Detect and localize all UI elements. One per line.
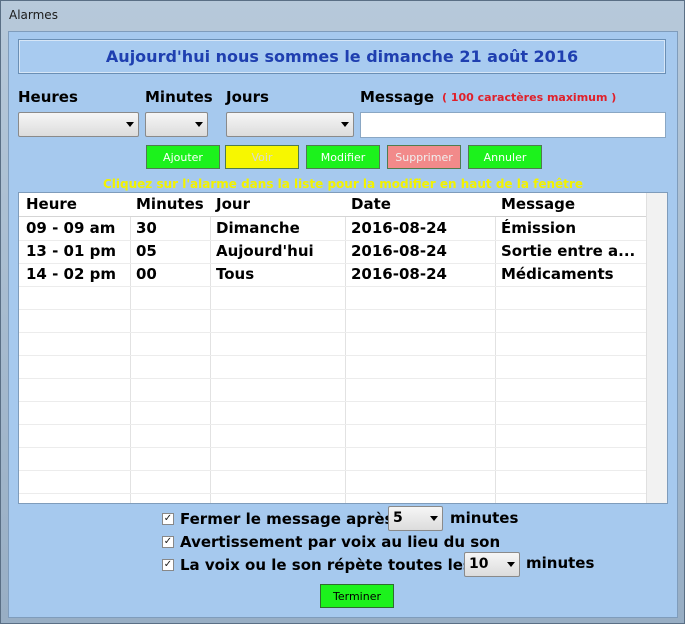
char-limit-hint: ( 100 caractères maximum ) [442,91,617,104]
repeat-dropdown[interactable]: 10 [464,552,520,577]
cell-heure: 14 - 02 pm [26,265,117,283]
repeat-checkbox[interactable]: ✓ [162,559,174,571]
table-row-empty [19,378,647,402]
cell-message: Sortie entre a... [501,242,636,260]
jours-dropdown[interactable] [226,112,354,137]
cell-jour: Tous [216,265,255,283]
chevron-down-icon [341,122,349,127]
column-header-jour[interactable]: Jour [216,195,250,213]
table-row[interactable]: 13 - 01 pm 05 Aujourd'hui 2016-08-24 Sor… [19,240,647,264]
chevron-down-icon [195,122,203,127]
voice-checkbox[interactable]: ✓ [162,536,174,548]
repeat-value: 10 [469,556,489,572]
table-row-empty [19,355,647,379]
cell-minutes: 00 [136,265,157,283]
heures-label: Heures [18,88,78,106]
chevron-down-icon [126,122,134,127]
terminer-button[interactable]: Terminer [320,584,394,608]
cell-message: Médicaments [501,265,614,283]
close-after-dropdown[interactable]: 5 [388,506,443,531]
voir-button[interactable]: Voir [225,145,299,169]
close-after-value: 5 [393,510,403,526]
jours-label: Jours [226,88,269,106]
alarms-panel: Aujourd'hui nous sommes le dimanche 21 a… [8,31,678,618]
heures-dropdown[interactable] [18,112,139,137]
column-header-heure[interactable]: Heure [26,195,77,213]
column-header-date[interactable]: Date [351,195,391,213]
table-row[interactable]: 09 - 09 am 30 Dimanche 2016-08-24 Émissi… [19,217,647,241]
minutes-dropdown[interactable] [145,112,208,137]
supprimer-button[interactable]: Supprimer [387,145,461,169]
alarms-table[interactable]: Heure Minutes Jour Date Message 09 - 09 … [18,192,668,504]
close-after-checkbox[interactable]: ✓ [162,513,174,525]
alarms-window: Alarmes Aujourd'hui nous sommes le diman… [0,0,685,624]
cell-minutes: 30 [136,219,157,237]
ajouter-button[interactable]: Ajouter [146,145,220,169]
chevron-down-icon [430,516,438,521]
window-title: Alarmes [9,8,58,22]
instruction-note: Cliquez sur l'alarme dans la liste pour … [103,177,583,191]
table-row-empty [19,309,647,333]
cell-date: 2016-08-24 [351,219,447,237]
cell-jour: Aujourd'hui [216,242,314,260]
cell-heure: 09 - 09 am [26,219,116,237]
table-row-empty [19,286,647,310]
message-label: Message [360,88,434,106]
voice-label: Avertissement par voix au lieu du son [180,533,501,551]
table-row-empty [19,401,647,425]
cell-heure: 13 - 01 pm [26,242,117,260]
table-row-empty [19,470,647,494]
cell-jour: Dimanche [216,219,300,237]
cell-date: 2016-08-24 [351,242,447,260]
annuler-button[interactable]: Annuler [468,145,542,169]
date-banner: Aujourd'hui nous sommes le dimanche 21 a… [18,39,666,74]
repeat-label: La voix ou le son répète toutes les [180,556,472,574]
vertical-scrollbar[interactable] [646,193,667,503]
close-after-label: Fermer le message après [180,510,394,528]
title-bar[interactable]: Alarmes [1,1,684,31]
table-row-empty [19,332,647,356]
modifier-button[interactable]: Modifier [306,145,380,169]
column-header-message[interactable]: Message [501,195,575,213]
close-after-unit: minutes [450,509,519,527]
cell-message: Émission [501,219,576,237]
message-input[interactable] [360,112,666,138]
table-row-empty [19,424,647,448]
table-row-empty [19,447,647,471]
cell-minutes: 05 [136,242,157,260]
cell-date: 2016-08-24 [351,265,447,283]
table-row[interactable]: 14 - 02 pm 00 Tous 2016-08-24 Médicament… [19,263,647,287]
minutes-label: Minutes [145,88,213,106]
repeat-unit: minutes [526,554,595,572]
chevron-down-icon [507,562,515,567]
table-header: Heure Minutes Jour Date Message [19,193,647,217]
column-header-minutes[interactable]: Minutes [136,195,204,213]
